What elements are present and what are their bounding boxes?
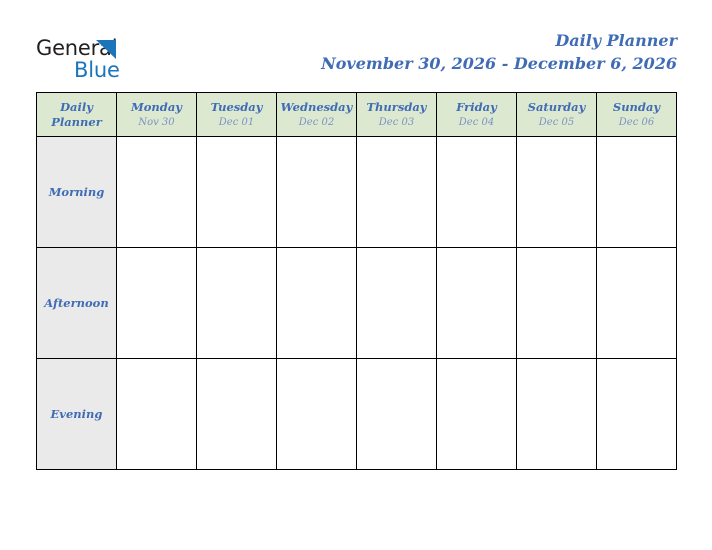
day-name-label: Friday — [456, 99, 497, 114]
slot-afternoon-tuesday[interactable] — [196, 247, 277, 359]
slot-morning-thursday[interactable] — [356, 136, 437, 248]
period-label-text: Evening — [50, 407, 103, 421]
day-date-label: Dec 04 — [458, 116, 495, 128]
slot-afternoon-friday[interactable] — [436, 247, 517, 359]
day-name-label: Monday — [131, 99, 182, 114]
slot-evening-saturday[interactable] — [516, 358, 597, 470]
day-header-wednesday: Wednesday Dec 02 — [276, 92, 357, 137]
slot-evening-friday[interactable] — [436, 358, 517, 470]
slot-evening-wednesday[interactable] — [276, 358, 357, 470]
slot-evening-thursday[interactable] — [356, 358, 437, 470]
planner-header-row: Daily Planner Monday Nov 30 Tuesday Dec … — [36, 92, 677, 137]
period-label-morning: Morning — [36, 136, 117, 248]
day-header-saturday: Saturday Dec 05 — [516, 92, 597, 137]
planner-row-morning: Morning — [36, 136, 677, 248]
logo-text-blue: Blue — [74, 58, 120, 82]
triangle-icon — [96, 40, 116, 59]
corner-label-line2: Planner — [51, 114, 102, 129]
day-date-label: Dec 06 — [618, 116, 655, 128]
slot-morning-sunday[interactable] — [596, 136, 677, 248]
corner-header-cell: Daily Planner — [36, 92, 117, 137]
slot-afternoon-monday[interactable] — [116, 247, 197, 359]
day-date-label: Nov 30 — [138, 116, 175, 128]
slot-morning-friday[interactable] — [436, 136, 517, 248]
slot-afternoon-saturday[interactable] — [516, 247, 597, 359]
period-label-text: Morning — [48, 185, 105, 199]
period-label-text: Afternoon — [44, 296, 109, 310]
slot-afternoon-thursday[interactable] — [356, 247, 437, 359]
day-date-label: Dec 02 — [298, 116, 335, 128]
day-date-label: Dec 05 — [538, 116, 575, 128]
page-title: Daily Planner — [555, 31, 677, 50]
day-header-monday: Monday Nov 30 — [116, 92, 197, 137]
day-header-thursday: Thursday Dec 03 — [356, 92, 437, 137]
slot-morning-monday[interactable] — [116, 136, 197, 248]
day-name-label: Thursday — [366, 99, 427, 114]
day-name-label: Tuesday — [210, 99, 263, 114]
day-date-label: Dec 03 — [378, 116, 415, 128]
slot-evening-sunday[interactable] — [596, 358, 677, 470]
slot-evening-monday[interactable] — [116, 358, 197, 470]
period-label-afternoon: Afternoon — [36, 247, 117, 359]
day-date-label: Dec 01 — [218, 116, 255, 128]
slot-morning-saturday[interactable] — [516, 136, 597, 248]
date-range-label: November 30, 2026 - December 6, 2026 — [321, 54, 677, 73]
page-header: General Blue Daily Planner November 30, … — [0, 0, 712, 92]
day-name-label: Sunday — [612, 99, 661, 114]
brand-logo[interactable]: General Blue — [36, 36, 216, 84]
corner-label-line1: Daily — [60, 99, 93, 114]
day-header-friday: Friday Dec 04 — [436, 92, 517, 137]
planner-row-afternoon: Afternoon — [36, 247, 677, 359]
planner-grid: Daily Planner Monday Nov 30 Tuesday Dec … — [36, 92, 677, 470]
title-block: Daily Planner November 30, 2026 - Decemb… — [321, 30, 677, 75]
slot-morning-wednesday[interactable] — [276, 136, 357, 248]
planner-row-evening: Evening — [36, 358, 677, 470]
slot-evening-tuesday[interactable] — [196, 358, 277, 470]
day-header-tuesday: Tuesday Dec 01 — [196, 92, 277, 137]
slot-afternoon-sunday[interactable] — [596, 247, 677, 359]
day-name-label: Wednesday — [280, 99, 353, 114]
slot-afternoon-wednesday[interactable] — [276, 247, 357, 359]
day-header-sunday: Sunday Dec 06 — [596, 92, 677, 137]
slot-morning-tuesday[interactable] — [196, 136, 277, 248]
day-name-label: Saturday — [527, 99, 586, 114]
period-label-evening: Evening — [36, 358, 117, 470]
